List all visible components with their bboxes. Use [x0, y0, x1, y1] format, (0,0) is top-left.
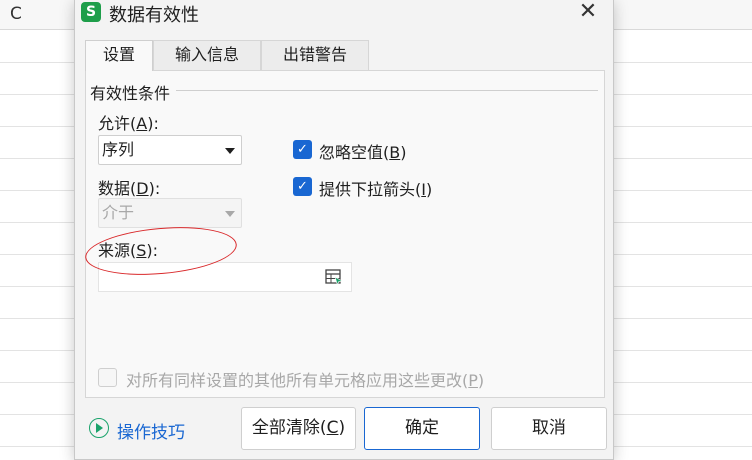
ignore-blank-label: 忽略空值(B) — [319, 143, 407, 162]
tab-error-alert[interactable]: 出错警告 — [261, 40, 369, 70]
play-circle-icon — [89, 418, 109, 438]
column-header-c[interactable]: C — [10, 4, 22, 24]
chevron-down-icon — [225, 211, 235, 217]
dropdown-arrow-label: 提供下拉箭头(I) — [319, 180, 433, 199]
cancel-button[interactable]: 取消 — [491, 407, 607, 450]
apply-all-label: 对所有同样设置的其他所有单元格应用这些更改(P) — [126, 371, 485, 390]
allow-accel-key: A — [136, 114, 148, 133]
data-select: 介于 — [98, 198, 242, 228]
ok-button[interactable]: 确定 — [364, 407, 480, 450]
clear-all-accel-key: C — [326, 418, 339, 438]
data-select-value: 介于 — [102, 203, 135, 222]
data-validation-dialog: S 数据有效性 ✕ 设置 输入信息 出错警告 有效性条件 允许(A): 序列 数… — [74, 0, 614, 460]
data-accel-key: D — [136, 179, 149, 198]
apply-all-label-text: 对所有同样设置的其他所有单元格应用这些更改 — [126, 371, 463, 390]
dropdown-arrow-accel-key: I — [421, 180, 426, 199]
data-label-text: 数据 — [98, 179, 131, 198]
tab-input-message[interactable]: 输入信息 — [153, 40, 261, 70]
checkbox-checked-icon[interactable]: ✓ — [293, 177, 312, 196]
clear-all-label: 全部清除 — [251, 418, 320, 438]
tips-label[interactable]: 操作技巧 — [117, 418, 185, 443]
allow-label: 允许(A): — [98, 114, 159, 133]
validation-criteria-title: 有效性条件 — [90, 80, 175, 104]
dialog-titlebar[interactable]: S 数据有效性 ✕ — [75, 0, 613, 28]
close-icon[interactable]: ✕ — [575, 0, 601, 26]
dialog-title: 数据有效性 — [109, 5, 199, 26]
ignore-blank-accel-key: B — [389, 143, 401, 162]
dropdown-arrow-label-text: 提供下拉箭头 — [319, 180, 416, 199]
allow-select[interactable]: 序列 — [98, 135, 242, 165]
tab-settings[interactable]: 设置 — [85, 40, 153, 71]
checkbox-empty-icon — [98, 368, 117, 387]
clear-all-button[interactable]: 全部清除(C) — [241, 407, 356, 450]
allow-label-text: 允许 — [98, 114, 131, 133]
ignore-blank-label-text: 忽略空值 — [319, 143, 384, 162]
data-label: 数据(D): — [98, 179, 161, 198]
allow-select-value: 序列 — [102, 140, 135, 159]
wps-app-icon: S — [81, 2, 101, 22]
apply-all-accel-key: P — [468, 371, 478, 390]
chevron-down-icon — [225, 148, 235, 154]
checkbox-checked-icon[interactable]: ✓ — [293, 140, 312, 159]
group-divider — [176, 90, 598, 91]
range-select-icon[interactable] — [325, 269, 343, 286]
